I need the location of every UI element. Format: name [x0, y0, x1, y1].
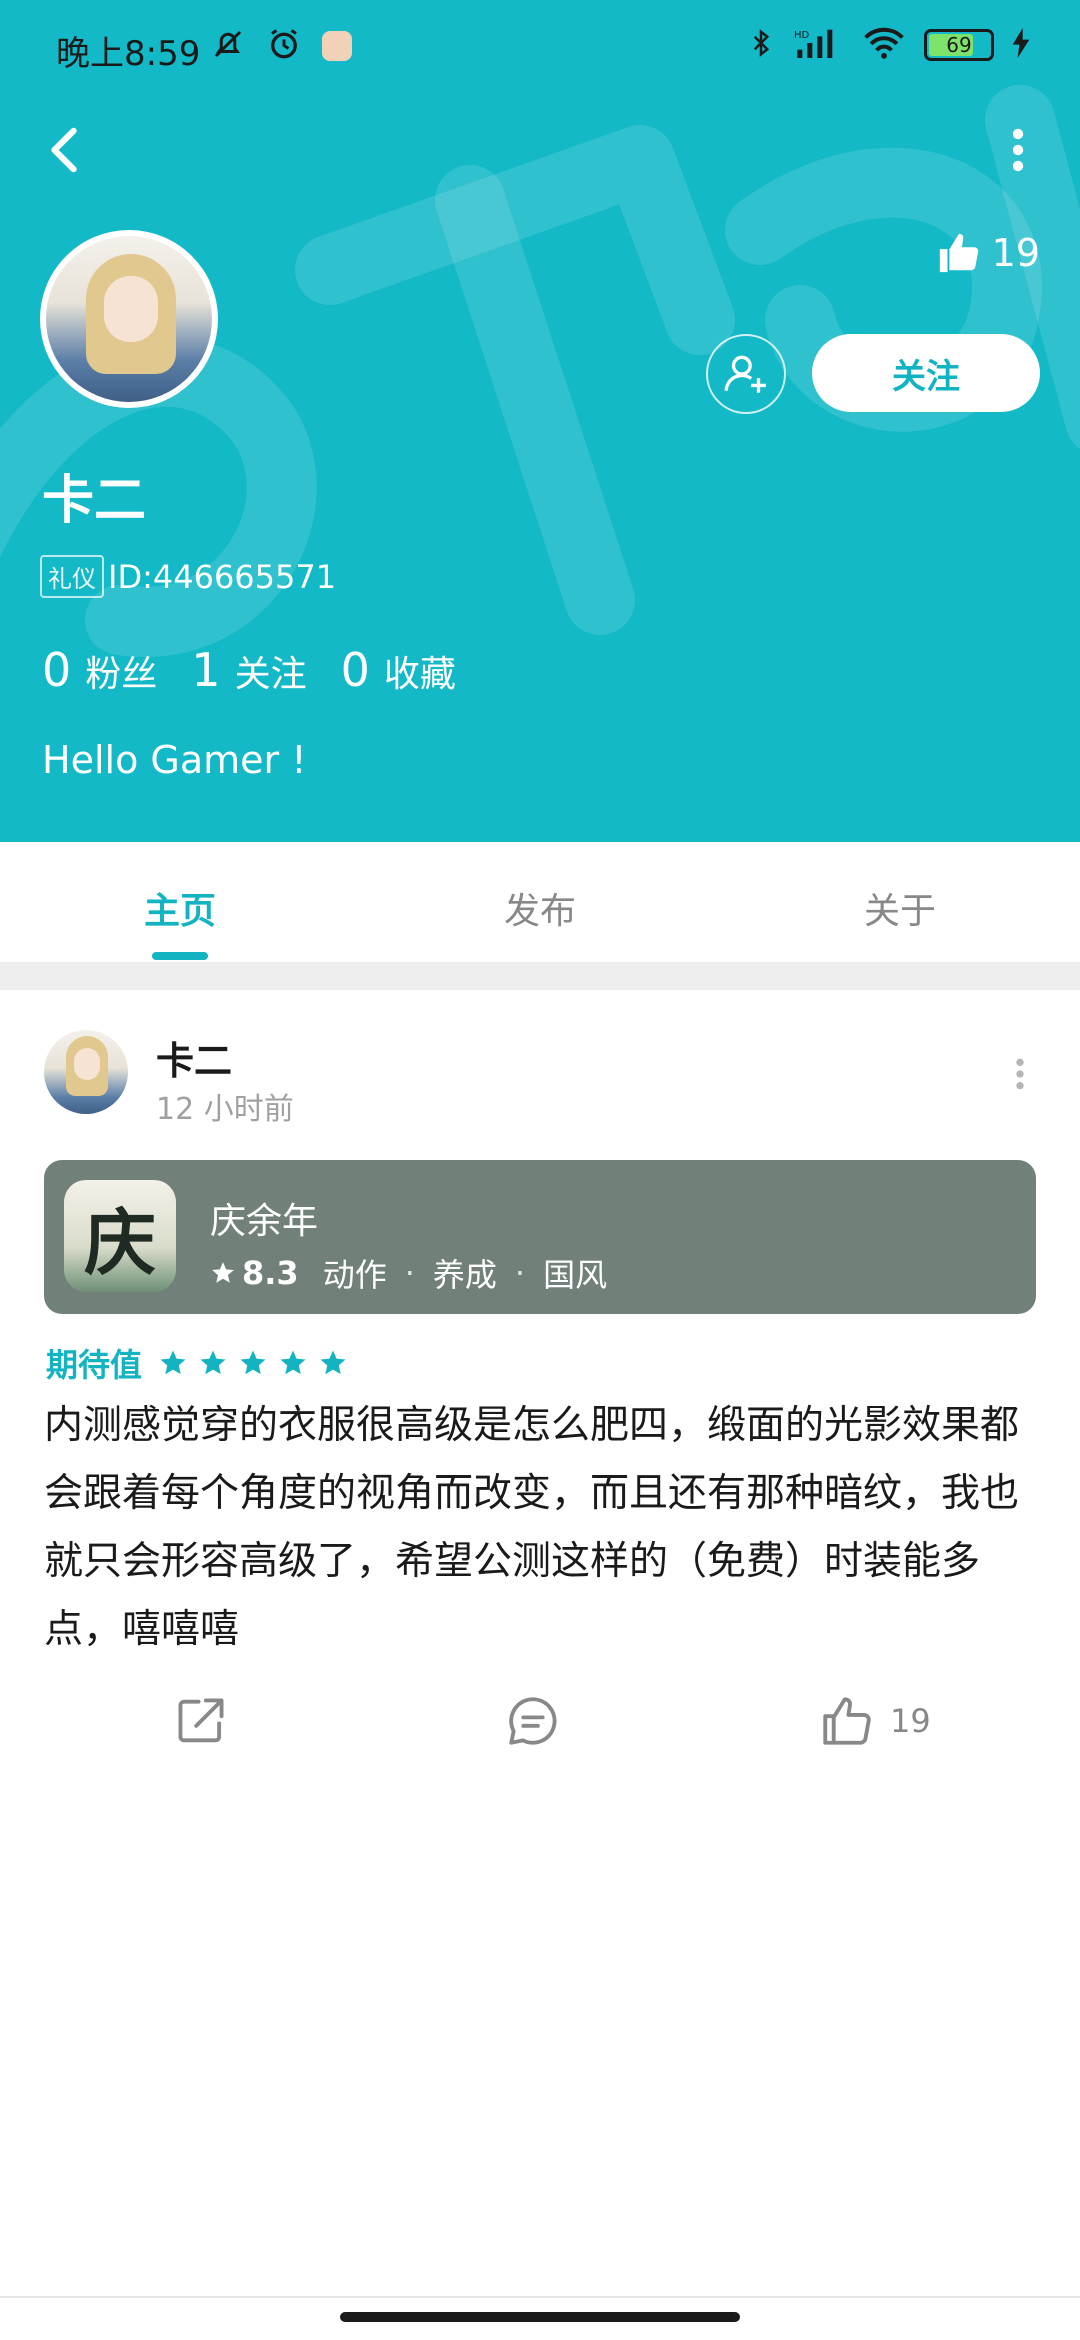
star-icon — [212, 1262, 234, 1283]
tab-posts[interactable]: 发布 — [440, 882, 640, 934]
section-divider — [0, 962, 1080, 990]
charging-icon — [1012, 28, 1030, 62]
rating-star-icon — [240, 1350, 266, 1375]
bottom-divider — [0, 2296, 1080, 2298]
user-badge[interactable]: 礼仪 — [40, 555, 104, 598]
post-timestamp: 12 小时前 — [156, 1092, 294, 1127]
stat-fans[interactable]: 0 粉丝 — [42, 643, 157, 697]
like-button[interactable]: 19 — [818, 1692, 931, 1750]
back-button[interactable] — [36, 122, 92, 178]
post-author-avatar[interactable] — [44, 1030, 128, 1114]
game-tag: 国风 — [543, 1256, 608, 1294]
tag-separator: · — [404, 1254, 415, 1292]
post-author-name[interactable]: 卡二 — [156, 1030, 232, 1085]
status-time: 晚上8:59 — [56, 34, 201, 74]
game-card[interactable]: 庆 庆余年 8.3 动作 · 养成 · 国风 — [44, 1160, 1036, 1314]
more-vertical-icon — [1016, 1058, 1024, 1090]
rating-label: 期待值 — [46, 1346, 143, 1384]
tag-separator: · — [514, 1254, 526, 1292]
game-tag: 养成 — [432, 1256, 497, 1294]
signal-icon: HD — [794, 26, 844, 64]
share-icon — [178, 1698, 224, 1743]
game-icon-glyph: 庆 — [83, 1199, 156, 1285]
status-bar: 晚上8:59 HD 69 — [0, 0, 1080, 96]
tab-active-indicator — [152, 952, 208, 960]
profile-name: 卡二 — [42, 471, 147, 531]
user-id: ID:446665571 — [108, 557, 337, 596]
profile-bio: Hello Gamer ! — [42, 738, 307, 782]
more-vertical-icon — [1012, 128, 1024, 172]
wifi-icon — [862, 26, 906, 64]
svg-text:HD: HD — [794, 30, 810, 41]
add-user-icon — [724, 355, 766, 393]
app-icon — [322, 31, 352, 61]
tab-home[interactable]: 主页 — [80, 882, 280, 934]
game-meta: 8.3 动作 · 养成 · 国风 — [210, 1250, 607, 1296]
more-menu-button[interactable] — [990, 122, 1046, 178]
thumbs-up-icon — [939, 233, 978, 273]
thumbs-up-icon — [823, 1697, 871, 1745]
home-indicator[interactable] — [340, 2312, 740, 2322]
game-score: 8.3 — [242, 1254, 299, 1292]
battery-icon: 69 — [924, 29, 994, 61]
battery-level: 69 — [946, 33, 972, 57]
add-friend-button[interactable] — [706, 334, 786, 414]
bluetooth-icon — [746, 26, 776, 64]
alarm-icon — [266, 26, 302, 66]
profile-like-count: 19 — [991, 231, 1040, 275]
comment-button[interactable] — [504, 1692, 562, 1750]
follow-button[interactable]: 关注 — [812, 334, 1040, 412]
id-row: 礼仪 ID:446665571 — [40, 555, 336, 598]
rating-star-icon — [160, 1350, 186, 1375]
game-icon: 庆 — [64, 1180, 176, 1292]
profile-tabs: 主页 发布 关于 — [0, 842, 1080, 962]
taptap-watermark — [0, 85, 1080, 657]
comment-icon — [509, 1697, 557, 1745]
post-more-button[interactable] — [1000, 1054, 1040, 1094]
game-name: 庆余年 — [210, 1201, 319, 1242]
expectation-rating: 期待值 — [46, 1340, 348, 1386]
profile-stats: 0 粉丝 1 关注 0 收藏 — [42, 643, 456, 697]
rating-star-icon — [200, 1350, 226, 1375]
post-body[interactable]: 内测感觉穿的衣服很高级是怎么肥四，缎面的光影效果都会跟着每个角度的视角而改变，而… — [44, 1392, 1044, 1664]
profile-header: 晚上8:59 HD 69 19 关注 卡二 礼仪 ID:446665571 0 … — [0, 0, 1080, 842]
share-button[interactable] — [172, 1692, 230, 1750]
tab-about[interactable]: 关于 — [800, 882, 1000, 934]
stat-favorites[interactable]: 0 收藏 — [341, 643, 456, 697]
rating-star-icon — [280, 1350, 306, 1375]
mute-icon — [210, 26, 246, 66]
profile-likes[interactable]: 19 — [936, 230, 1040, 276]
post-actions: 19 — [0, 1692, 1080, 1772]
chevron-left-icon — [51, 127, 77, 173]
stat-following[interactable]: 1 关注 — [191, 643, 306, 697]
profile-avatar[interactable] — [40, 230, 218, 408]
like-count: 19 — [890, 1702, 931, 1740]
rating-star-icon — [320, 1350, 346, 1375]
game-tag: 动作 — [322, 1256, 387, 1294]
